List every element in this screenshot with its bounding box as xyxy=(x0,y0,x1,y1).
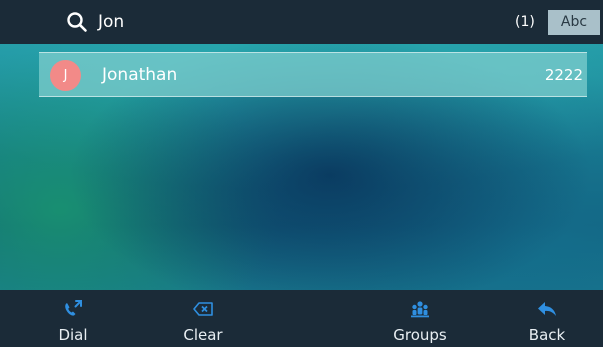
groups-softkey[interactable]: Groups xyxy=(375,290,465,347)
result-count: (1) xyxy=(515,14,535,30)
softkey-bar: Dial Clear Groups Back xyxy=(0,290,603,347)
back-softkey[interactable]: Back xyxy=(502,290,592,347)
dial-label: Dial xyxy=(58,326,88,344)
contact-name: Jonathan xyxy=(102,65,178,85)
clear-label: Clear xyxy=(183,326,223,344)
backspace-icon xyxy=(193,302,213,316)
search-bar: Jon (1) Abc xyxy=(0,0,603,44)
back-arrow-icon xyxy=(538,302,556,316)
input-mode-button[interactable]: Abc xyxy=(548,10,600,35)
groups-label: Groups xyxy=(393,326,447,344)
avatar: J xyxy=(50,60,81,91)
back-label: Back xyxy=(528,326,566,344)
contact-number: 2222 xyxy=(544,66,583,84)
dial-softkey[interactable]: Dial xyxy=(28,290,118,347)
clear-softkey[interactable]: Clear xyxy=(158,290,248,347)
groups-icon xyxy=(411,301,429,318)
contact-row[interactable]: J Jonathan 2222 xyxy=(39,52,587,97)
phone-icon xyxy=(65,300,82,316)
search-input[interactable]: Jon xyxy=(98,10,124,34)
phone-screen: Jon (1) Abc J Jonathan 2222 Dial Clear G… xyxy=(0,0,603,347)
search-icon xyxy=(67,12,87,32)
